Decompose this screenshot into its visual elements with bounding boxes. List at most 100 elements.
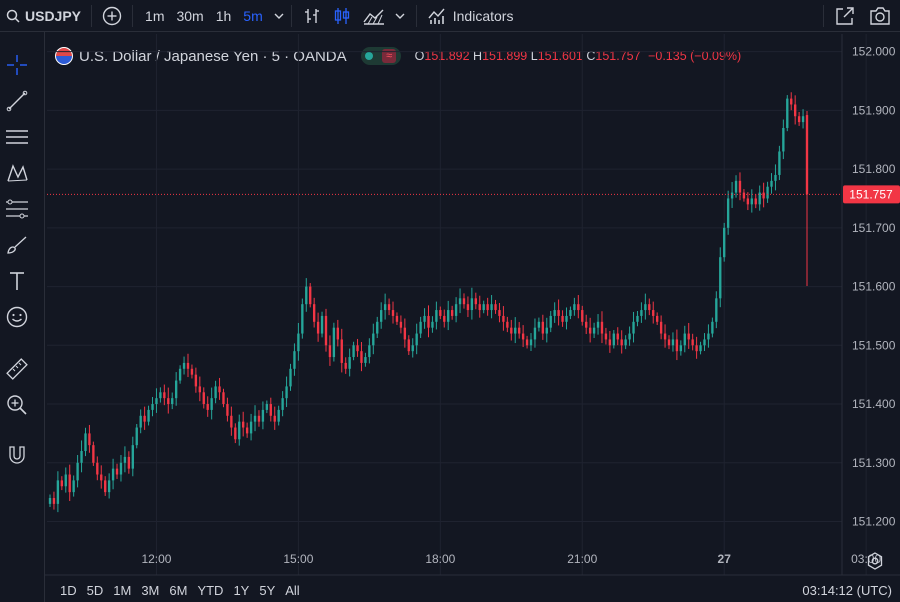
- candle-body: [636, 315, 639, 322]
- camera-icon: [870, 6, 890, 25]
- candle-body: [628, 333, 631, 340]
- candle-body: [490, 304, 493, 311]
- indicators-button[interactable]: Indicators: [421, 0, 520, 31]
- candle-body: [348, 357, 351, 369]
- candle-body: [758, 192, 761, 205]
- area-chart-icon[interactable]: [362, 6, 386, 26]
- magnet-tool[interactable]: [4, 442, 30, 468]
- candle-body: [411, 345, 414, 352]
- text-tool[interactable]: [4, 268, 30, 294]
- price-axis: 151.200 151.300 151.400 151.500 151.600 151.7…: [841, 34, 896, 575]
- horizontal-lines-tool[interactable]: [4, 124, 30, 150]
- candle-body: [238, 421, 241, 440]
- last-price-badge: [843, 185, 900, 204]
- ruler-icon: [6, 358, 28, 380]
- divider: [290, 4, 292, 27]
- candle-body: [805, 115, 809, 195]
- trend-line-tool[interactable]: [4, 88, 30, 114]
- chevron-down-icon[interactable]: [394, 10, 406, 22]
- candle-body: [569, 310, 572, 316]
- x-tick-label: 18:00: [425, 552, 455, 566]
- bars-chart-icon[interactable]: [302, 6, 322, 26]
- symbol-search[interactable]: USDJPY: [0, 0, 87, 31]
- candle-body: [592, 327, 596, 334]
- candle-body: [242, 421, 245, 428]
- candle-body: [581, 310, 584, 322]
- flag-icon: ≈: [382, 49, 397, 63]
- plus-circle-icon: [102, 6, 122, 25]
- zoom-tool[interactable]: [4, 392, 30, 418]
- range-5d[interactable]: 5D: [82, 583, 109, 598]
- candle-body: [624, 339, 627, 346]
- range-3m[interactable]: 3M: [136, 583, 164, 598]
- candle-body: [249, 421, 253, 434]
- timeframe-1h[interactable]: 1h: [210, 8, 238, 24]
- chevron-down-icon[interactable]: [273, 10, 285, 22]
- range-1d[interactable]: 1D: [55, 583, 82, 598]
- utc-clock[interactable]: 03:14:12 (UTC): [802, 583, 892, 598]
- candle-body: [707, 333, 710, 340]
- brush-tool[interactable]: [4, 232, 30, 258]
- candle-body: [458, 298, 462, 305]
- range-5y[interactable]: 5Y: [254, 583, 280, 598]
- timeframe-30m[interactable]: 30m: [170, 8, 209, 24]
- ruler-tool[interactable]: [4, 356, 30, 382]
- candle-body: [726, 198, 730, 228]
- candle-body: [380, 310, 383, 322]
- pattern-tool[interactable]: [4, 160, 30, 186]
- market-status-pill[interactable]: ≈: [360, 47, 401, 65]
- crosshair-tool[interactable]: [4, 52, 30, 78]
- price-chart[interactable]: 151.200 151.300 151.400 151.500 151.600 151.7…: [0, 0, 900, 602]
- range-6m[interactable]: 6M: [164, 583, 192, 598]
- candle-body: [750, 198, 753, 205]
- brush-icon: [7, 236, 27, 254]
- candle-body: [640, 310, 643, 316]
- timeframe-1m[interactable]: 1m: [139, 8, 170, 24]
- candle-body: [447, 310, 450, 322]
- candle-body: [671, 339, 675, 346]
- candle-body: [443, 315, 446, 322]
- candle-body: [786, 98, 789, 128]
- screenshot-button[interactable]: [862, 0, 898, 31]
- grid: [47, 34, 867, 575]
- range-ytd[interactable]: YTD: [192, 583, 228, 598]
- emoji-tool[interactable]: [4, 304, 30, 330]
- measure-lines-tool[interactable]: [4, 196, 30, 222]
- candle-body: [699, 345, 702, 352]
- range-1m[interactable]: 1M: [108, 583, 136, 598]
- candle-body: [782, 127, 785, 152]
- pattern-icon: [7, 164, 28, 182]
- open-external-icon: [836, 6, 854, 25]
- candle-body: [537, 321, 541, 328]
- candles-chart-icon[interactable]: [332, 6, 352, 26]
- chart-type-group: [296, 0, 412, 31]
- timeframe-5m[interactable]: 5m: [237, 8, 268, 24]
- y-tick-label: 151.700: [852, 221, 896, 235]
- candle-body: [533, 327, 537, 340]
- candle-body: [778, 151, 781, 175]
- candle-body: [561, 315, 564, 322]
- divider: [823, 4, 824, 27]
- chart-settings-button[interactable]: [862, 548, 888, 574]
- candle-body: [423, 315, 426, 322]
- candle-body: [68, 474, 71, 493]
- divider: [91, 4, 93, 27]
- compare-button[interactable]: [96, 0, 128, 31]
- range-all[interactable]: All: [280, 583, 304, 598]
- candle-body: [415, 333, 418, 346]
- range-1y[interactable]: 1Y: [228, 583, 254, 598]
- candle-body: [96, 462, 99, 475]
- candle-body: [257, 415, 261, 422]
- candle-body: [797, 116, 801, 123]
- ohlc-values: O151.892 H151.899 L151.601 C151.757 −0.1…: [414, 49, 742, 63]
- candle-body: [679, 345, 683, 352]
- candle-body: [482, 304, 485, 311]
- candle-body: [222, 392, 225, 405]
- candle-body: [450, 310, 454, 316]
- candle-body: [766, 186, 769, 199]
- candle-body: [498, 310, 501, 316]
- fullscreen-button[interactable]: [828, 0, 862, 31]
- candle-body: [521, 333, 525, 340]
- candles: [48, 92, 809, 513]
- fib-lines-icon: [6, 199, 28, 219]
